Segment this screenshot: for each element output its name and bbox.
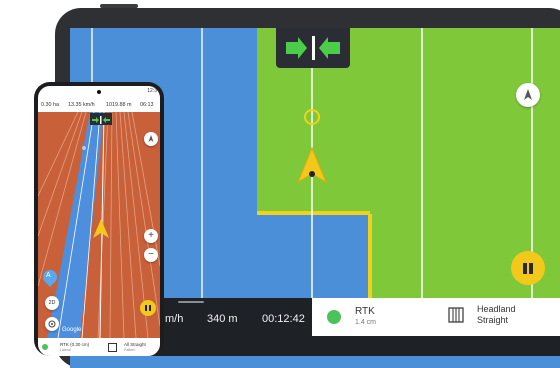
distance-value: 1019.88 m	[106, 102, 132, 108]
phone-pause-button[interactable]	[140, 300, 156, 316]
a-point-label: A	[46, 272, 51, 279]
zoom-in-button[interactable]: +	[144, 229, 158, 243]
distance-readout: 340 m	[207, 313, 238, 325]
pause-icon	[523, 263, 527, 274]
steering-direction-indicator	[276, 28, 350, 68]
rtk-accuracy: 1.4 cm	[355, 319, 377, 326]
phone-mode-label: All Straight	[124, 342, 146, 347]
headland-icon	[108, 343, 117, 352]
phone-steering-indicator	[90, 113, 112, 125]
phone-compass-button[interactable]	[144, 132, 158, 146]
compass-icon	[524, 89, 532, 100]
phone-screen: 12:3 0.30 ha 13.35 km/h 1019.88 m 06:13 …	[38, 86, 160, 356]
phone-camera	[97, 90, 101, 94]
location-button[interactable]	[45, 317, 59, 331]
speed-value: 13.35 km/h	[68, 102, 95, 108]
area-value: 0.30 ha	[41, 102, 59, 108]
rtk-status-indicator	[42, 344, 48, 350]
time-value: 06:13	[140, 102, 154, 108]
phone-bottom-bar: RTK (0.30 cm) Lateral All Straight Patte…	[38, 338, 160, 356]
headland-icon	[448, 307, 464, 323]
compass-button[interactable]	[516, 83, 540, 107]
pause-button[interactable]	[511, 251, 545, 285]
time-readout: 00:12:42	[262, 313, 305, 325]
status-time: 12:3	[147, 88, 157, 94]
headland-button[interactable]: Headland Straight	[446, 304, 556, 330]
drag-handle[interactable]	[178, 301, 204, 303]
headland-label: Headland	[477, 304, 516, 314]
speed-readout: m/h	[165, 313, 184, 325]
vehicle-arrow-icon	[296, 146, 328, 184]
vehicle-arrow-icon	[93, 219, 109, 238]
target-icon	[48, 320, 56, 328]
tablet-power-button	[122, 4, 138, 8]
headland-mode: Straight	[477, 315, 509, 325]
phone-mode-sub: Pattern	[124, 348, 136, 352]
rtk-label: RTK	[355, 306, 375, 317]
arrows-inward-icon	[286, 36, 340, 60]
map-attribution: Google	[62, 327, 82, 333]
zoom-out-button[interactable]: −	[144, 248, 158, 262]
rtk-status-indicator	[327, 310, 341, 324]
pause-icon	[145, 305, 147, 311]
arrows-inward-icon	[92, 116, 110, 124]
view-mode-button[interactable]: 2D	[45, 296, 59, 310]
phone-rtk-label: RTK (0.30 cm)	[60, 342, 90, 347]
phone-rtk-sub: Lateral	[60, 348, 71, 352]
phone-info-bar: 0.30 ha 13.35 km/h 1019.88 m 06:13	[38, 98, 160, 112]
compass-icon	[148, 135, 154, 142]
